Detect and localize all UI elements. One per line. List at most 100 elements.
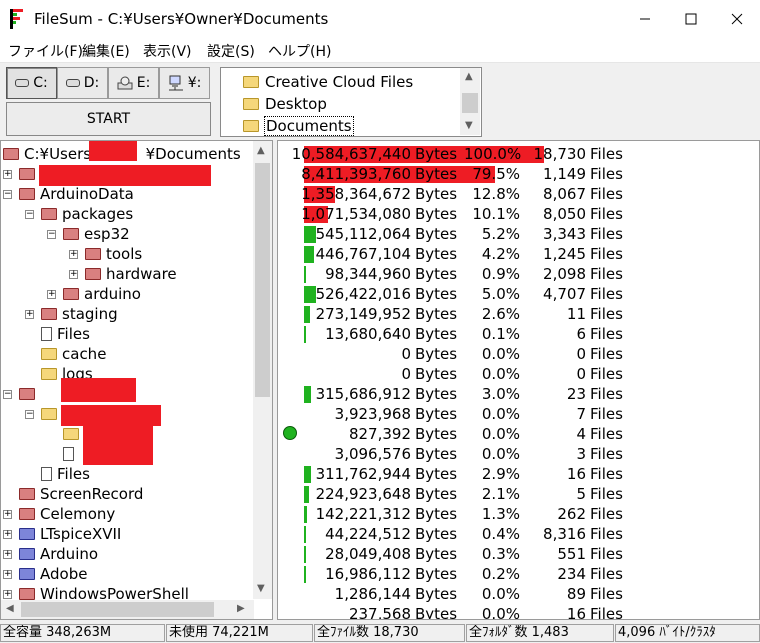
list-row[interactable]: 1,358,364,672 Bytes 12.8% 8,067 Files [278, 184, 758, 204]
list-row[interactable]: 827,392 Bytes 0.0% 4 Files [278, 424, 758, 444]
tree-node[interactable] [63, 424, 84, 444]
collapse-icon[interactable]: − [47, 230, 56, 239]
list-row[interactable]: 526,422,016 Bytes 5.0% 4,707 Files [278, 284, 758, 304]
folder-list-scrollbar[interactable]: ▲ ▼ [460, 68, 480, 135]
drive-button-e[interactable]: E: [108, 67, 159, 99]
tree-node[interactable]: Files [41, 464, 90, 484]
expand-icon[interactable]: + [3, 170, 12, 179]
tree-node[interactable]: packages [41, 204, 133, 224]
collapse-icon[interactable]: − [3, 390, 12, 399]
menu-file[interactable]: ファイル(F) [8, 41, 83, 61]
scroll-thumb[interactable] [462, 93, 478, 113]
folder-list-item[interactable]: Desktop [243, 93, 327, 115]
list-row[interactable]: 13,680,640 Bytes 0.1% 6 Files [278, 324, 758, 344]
close-button[interactable] [714, 0, 760, 38]
tree-node[interactable] [63, 444, 79, 464]
expand-icon[interactable]: + [69, 270, 78, 279]
expand-icon[interactable]: + [3, 590, 12, 599]
tree-node[interactable] [19, 384, 40, 404]
list-row[interactable]: 16,986,112 Bytes 0.2% 234 Files [278, 564, 758, 584]
scroll-left-icon[interactable]: ◀ [6, 603, 14, 614]
list-row[interactable]: 311,762,944 Bytes 2.9% 16 Files [278, 464, 758, 484]
tree-node[interactable]: Adobe [19, 564, 87, 584]
list-row[interactable]: 0 Bytes 0.0% 0 Files [278, 344, 758, 364]
size-bar [304, 326, 306, 343]
list-row[interactable]: 1,071,534,080 Bytes 10.1% 8,050 Files [278, 204, 758, 224]
menu-help[interactable]: ヘルプ(H) [268, 41, 331, 61]
list-row[interactable]: 3,096,576 Bytes 0.0% 3 Files [278, 444, 758, 464]
folder-listbox[interactable]: Creative Cloud Files Desktop Documents [220, 67, 482, 137]
row-files: 3,343 [543, 225, 586, 243]
expand-icon[interactable]: + [47, 290, 56, 299]
scroll-up-icon[interactable]: ▲ [465, 71, 473, 82]
start-button[interactable]: START [6, 102, 211, 136]
list-row[interactable]: 237,568 Bytes 0.0% 16 Files [278, 604, 758, 619]
row-files-unit: Files [590, 405, 623, 423]
list-row[interactable]: 0 Bytes 0.0% 0 Files [278, 364, 758, 384]
menu-settings[interactable]: 設定(S) [207, 41, 255, 61]
collapse-icon[interactable]: − [25, 210, 34, 219]
list-row[interactable]: 1,286,144 Bytes 0.0% 89 Files [278, 584, 758, 604]
tree-node[interactable]: Arduino [19, 544, 98, 564]
list-row[interactable]: 44,224,512 Bytes 0.4% 8,316 Files [278, 524, 758, 544]
tree-node[interactable] [41, 404, 62, 424]
menu-view[interactable]: 表示(V) [143, 41, 192, 61]
list-row[interactable]: 315,686,912 Bytes 3.0% 23 Files [278, 384, 758, 404]
row-bytes-unit: Bytes [415, 385, 458, 403]
scroll-up-icon[interactable]: ▲ [257, 145, 265, 156]
tree-node[interactable] [19, 164, 40, 184]
expand-icon[interactable]: + [69, 250, 78, 259]
expand-icon[interactable]: + [3, 510, 12, 519]
size-bar [304, 226, 316, 243]
expand-icon[interactable]: + [3, 570, 12, 579]
size-bar [304, 306, 310, 323]
collapse-icon[interactable]: − [25, 410, 34, 419]
tree-node[interactable]: ScreenRecord [19, 484, 143, 504]
tree-node[interactable]: cache [41, 344, 106, 364]
scroll-thumb[interactable] [21, 602, 214, 617]
tree-node[interactable]: tools [85, 244, 142, 264]
scroll-down-icon[interactable]: ▼ [257, 583, 265, 594]
tree-node[interactable]: esp32 [63, 224, 130, 244]
list-row[interactable]: 142,221,312 Bytes 1.3% 262 Files [278, 504, 758, 524]
scroll-thumb[interactable] [255, 163, 270, 397]
drive-button-d[interactable]: D: [57, 67, 108, 99]
scroll-right-icon[interactable]: ▶ [237, 603, 245, 614]
size-list[interactable]: 10,584,637,440 Bytes 100.0% 18,730 Files 8,41… [277, 140, 760, 620]
tree-node[interactable]: arduino [63, 284, 141, 304]
list-row[interactable]: 3,923,968 Bytes 0.0% 7 Files [278, 404, 758, 424]
expand-icon[interactable]: + [25, 310, 34, 319]
list-row[interactable]: 28,049,408 Bytes 0.3% 551 Files [278, 544, 758, 564]
expand-icon[interactable]: + [3, 550, 12, 559]
list-row[interactable]: 10,584,637,440 Bytes 100.0% 18,730 Files [278, 144, 758, 164]
maximize-button[interactable] [668, 0, 714, 38]
document-icon [63, 447, 74, 461]
folder-list-item[interactable]: Creative Cloud Files [243, 71, 413, 93]
tree-node[interactable]: Files [41, 324, 90, 344]
list-row[interactable]: 446,767,104 Bytes 4.2% 1,245 Files [278, 244, 758, 264]
list-row[interactable]: 224,923,648 Bytes 2.1% 5 Files [278, 484, 758, 504]
drive-button-yen[interactable]: ¥: [159, 67, 210, 99]
list-row[interactable]: 98,344,960 Bytes 0.9% 2,098 Files [278, 264, 758, 284]
folder-tree[interactable]: C:¥Users¥ ¥Documents + − ArduinoData − packag… [0, 140, 273, 620]
tree-node[interactable]: LTspiceXVII [19, 524, 121, 544]
list-row[interactable]: 545,112,064 Bytes 5.2% 3,343 Files [278, 224, 758, 244]
tree-node-label: cache [62, 345, 107, 363]
row-bytes-unit: Bytes [415, 445, 458, 463]
list-row[interactable]: 273,149,952 Bytes 2.6% 11 Files [278, 304, 758, 324]
tree-node[interactable]: hardware [85, 264, 177, 284]
folder-list-item-selected[interactable]: Documents [243, 115, 354, 136]
expand-icon[interactable]: + [3, 530, 12, 539]
collapse-icon[interactable]: − [3, 190, 12, 199]
drive-button-c[interactable]: C: [6, 67, 57, 99]
tree-horizontal-scrollbar[interactable]: ◀ ▶ [1, 600, 254, 619]
tree-vertical-scrollbar[interactable]: ▲ ▼ [253, 141, 272, 599]
tree-node[interactable]: Celemony [19, 504, 115, 524]
scroll-down-icon[interactable]: ▼ [465, 120, 473, 131]
tree-node[interactable]: ArduinoData [19, 184, 134, 204]
tree-node[interactable]: staging [41, 304, 118, 324]
minimize-button[interactable] [622, 0, 668, 38]
row-files: 0 [576, 345, 586, 363]
menu-edit[interactable]: 編集(E) [82, 41, 130, 61]
list-row[interactable]: 8,411,393,760 Bytes 79.5% 1,149 Files [278, 164, 758, 184]
